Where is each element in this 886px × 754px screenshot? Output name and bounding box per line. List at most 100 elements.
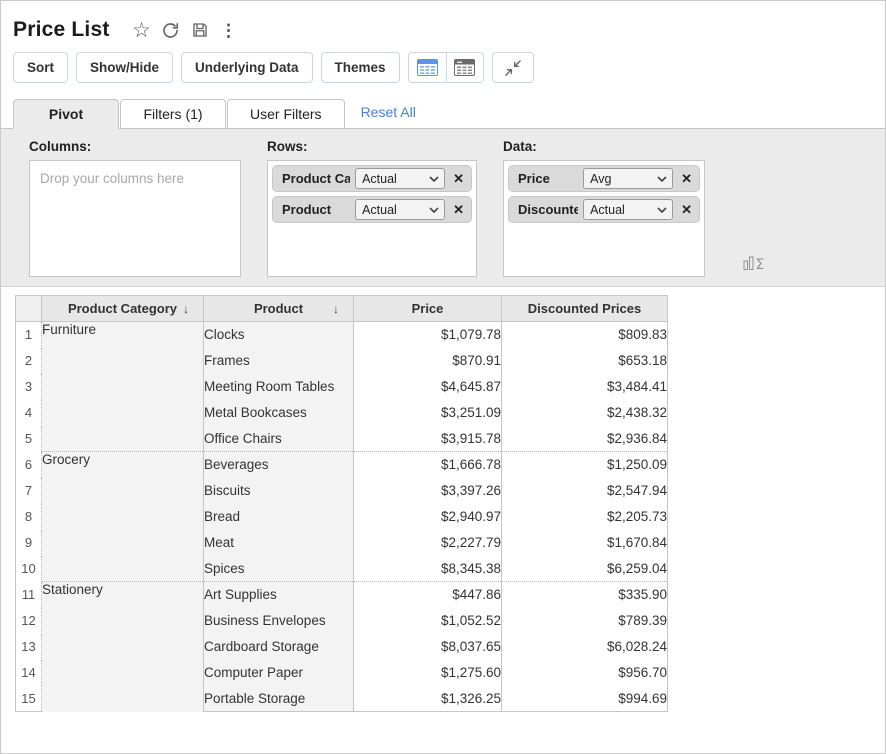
table-view-light-icon[interactable] xyxy=(409,53,446,82)
price-cell: $1,052.52 xyxy=(354,608,502,634)
collapse-icon xyxy=(503,58,523,78)
columns-label: Columns: xyxy=(29,139,241,154)
pivot-table-body: 1FurnitureClocks$1,079.78$809.832Frames$… xyxy=(16,322,668,712)
summary-sigma-icon[interactable]: Σ xyxy=(743,253,769,276)
discounted-price-cell: $1,250.09 xyxy=(502,452,668,478)
discounted-price-cell: $956.70 xyxy=(502,660,668,686)
discounted-price-cell: $789.39 xyxy=(502,608,668,634)
aggregation-value: Actual xyxy=(362,203,397,217)
row-number-cell: 14 xyxy=(16,660,42,686)
row-number-cell: 5 xyxy=(16,426,42,452)
product-cell: Bread xyxy=(204,504,354,530)
sort-descending-icon[interactable]: ↓ xyxy=(333,302,339,316)
price-cell: $2,227.79 xyxy=(354,530,502,556)
field-name: Product xyxy=(282,202,350,217)
aggregation-select[interactable]: Avg xyxy=(583,168,673,189)
price-cell: $870.91 xyxy=(354,348,502,374)
aggregation-select[interactable]: Actual xyxy=(583,199,673,220)
title-row: Price List ☆ ⋮ xyxy=(1,1,885,52)
save-icon[interactable] xyxy=(188,18,212,42)
category-cell: Stationery xyxy=(42,582,204,712)
table-row: 11StationeryArt Supplies$447.86$335.90 xyxy=(16,582,668,608)
field-name: Product Cat... xyxy=(282,171,350,186)
remove-field-icon[interactable]: ✕ xyxy=(678,202,695,218)
discounted-price-cell: $2,936.84 xyxy=(502,426,668,452)
column-header-price[interactable]: Price xyxy=(354,296,502,322)
price-cell: $4,645.87 xyxy=(354,374,502,400)
product-cell: Metal Bookcases xyxy=(204,400,354,426)
column-header-discounted-prices[interactable]: Discounted Prices xyxy=(502,296,668,322)
discounted-price-cell: $335.90 xyxy=(502,582,668,608)
field-name: Discounted ... xyxy=(518,202,578,217)
tab-user-filters[interactable]: User Filters xyxy=(227,99,345,129)
discounted-price-cell: $6,259.04 xyxy=(502,556,668,582)
price-cell: $3,915.78 xyxy=(354,426,502,452)
row-number-cell: 15 xyxy=(16,686,42,712)
column-header-product-category[interactable]: Product Category ↓ xyxy=(42,296,204,322)
pivot-table: Product Category ↓ Product ↓ Price Disco… xyxy=(15,295,668,712)
reset-all-link[interactable]: Reset All xyxy=(361,104,416,122)
data-field-chip-discounted[interactable]: Discounted ... Actual ✕ xyxy=(508,196,700,223)
product-cell: Biscuits xyxy=(204,478,354,504)
product-cell: Computer Paper xyxy=(204,660,354,686)
row-field-chip-product[interactable]: Product Actual ✕ xyxy=(272,196,472,223)
discounted-price-cell: $994.69 xyxy=(502,686,668,712)
remove-field-icon[interactable]: ✕ xyxy=(450,171,467,187)
category-cell: Furniture xyxy=(42,322,204,452)
discounted-price-cell: $2,205.73 xyxy=(502,504,668,530)
table-view-dark-icon[interactable] xyxy=(446,53,483,82)
aggregation-select[interactable]: Actual xyxy=(355,168,445,189)
aggregation-value: Actual xyxy=(590,203,625,217)
remove-field-icon[interactable]: ✕ xyxy=(450,202,467,218)
price-cell: $1,079.78 xyxy=(354,322,502,348)
aggregation-value: Avg xyxy=(590,172,611,186)
price-cell: $8,037.65 xyxy=(354,634,502,660)
sort-descending-icon[interactable]: ↓ xyxy=(183,302,189,316)
show-hide-button[interactable]: Show/Hide xyxy=(76,52,173,83)
category-cell: Grocery xyxy=(42,452,204,582)
row-number-header xyxy=(16,296,42,322)
remove-field-icon[interactable]: ✕ xyxy=(678,171,695,187)
aggregation-value: Actual xyxy=(362,172,397,186)
price-cell: $1,326.25 xyxy=(354,686,502,712)
tab-pivot[interactable]: Pivot xyxy=(13,99,119,129)
table-row: 1FurnitureClocks$1,079.78$809.83 xyxy=(16,322,668,348)
price-cell: $8,345.38 xyxy=(354,556,502,582)
more-options-icon[interactable]: ⋮ xyxy=(217,18,241,42)
row-number-cell: 3 xyxy=(16,374,42,400)
price-cell: $1,275.60 xyxy=(354,660,502,686)
price-cell: $1,666.78 xyxy=(354,452,502,478)
pivot-designer-window: Price List ☆ ⋮ Sort Show/Hide Underlying… xyxy=(0,0,886,754)
themes-button[interactable]: Themes xyxy=(321,52,400,83)
view-toggle-group xyxy=(408,52,484,83)
product-cell: Office Chairs xyxy=(204,426,354,452)
sort-button[interactable]: Sort xyxy=(13,52,68,83)
row-number-cell: 11 xyxy=(16,582,42,608)
row-number-cell: 6 xyxy=(16,452,42,478)
data-label: Data: xyxy=(503,139,705,154)
page-title: Price List xyxy=(13,18,110,42)
rows-dropzone[interactable]: Product Cat... Actual ✕ Product Actual ✕ xyxy=(267,160,477,277)
pivot-config-panel: Columns: Drop your columns here Rows: Pr… xyxy=(1,128,885,287)
product-cell: Portable Storage xyxy=(204,686,354,712)
row-number-cell: 9 xyxy=(16,530,42,556)
chevron-down-icon xyxy=(429,207,439,213)
discounted-price-cell: $2,438.32 xyxy=(502,400,668,426)
columns-dropzone[interactable]: Drop your columns here xyxy=(29,160,241,277)
data-dropzone[interactable]: Price Avg ✕ Discounted ... Actual ✕ xyxy=(503,160,705,277)
toolbar: Sort Show/Hide Underlying Data Themes xyxy=(1,52,885,83)
discounted-price-cell: $2,547.94 xyxy=(502,478,668,504)
collapse-view-button[interactable] xyxy=(492,52,534,83)
tab-filters[interactable]: Filters (1) xyxy=(120,99,226,129)
column-header-product[interactable]: Product ↓ xyxy=(204,296,354,322)
product-cell: Clocks xyxy=(204,322,354,348)
refresh-icon[interactable] xyxy=(159,18,183,42)
underlying-data-button[interactable]: Underlying Data xyxy=(181,52,313,83)
data-field-chip-price[interactable]: Price Avg ✕ xyxy=(508,165,700,192)
rows-label: Rows: xyxy=(267,139,477,154)
discounted-price-cell: $809.83 xyxy=(502,322,668,348)
discounted-price-cell: $653.18 xyxy=(502,348,668,374)
favorite-star-icon[interactable]: ☆ xyxy=(130,18,154,42)
aggregation-select[interactable]: Actual xyxy=(355,199,445,220)
row-field-chip-product-category[interactable]: Product Cat... Actual ✕ xyxy=(272,165,472,192)
